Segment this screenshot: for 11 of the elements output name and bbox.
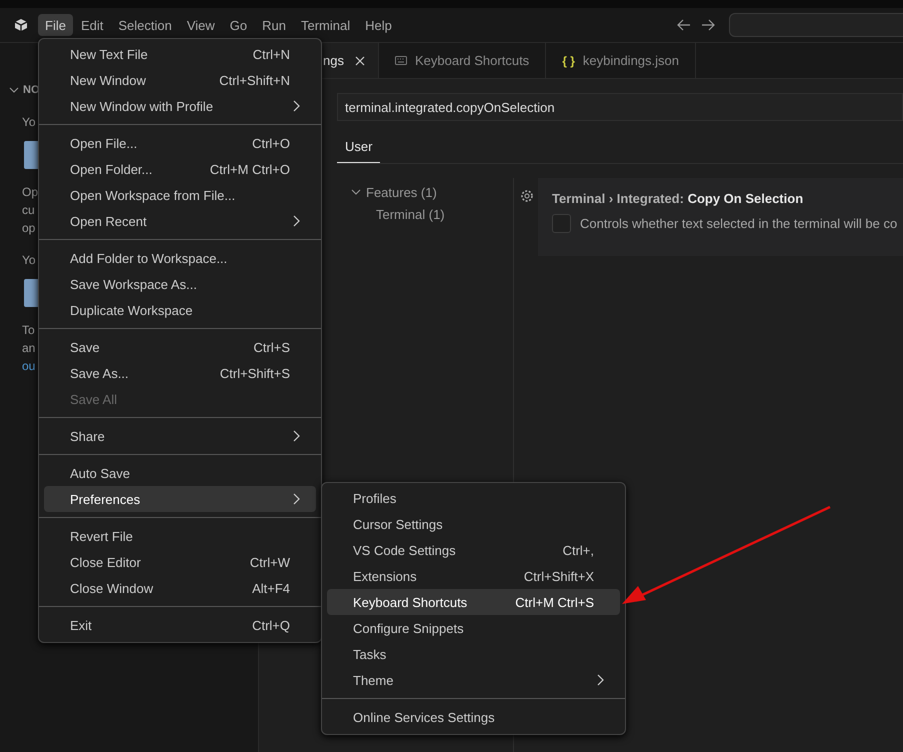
setting-category: Terminal › Integrated: (552, 191, 685, 206)
braces-icon: { } (562, 54, 575, 68)
setting-description: Controls whether text selected in the terminal will be co (580, 216, 898, 231)
sidebar-text: cu (22, 202, 35, 219)
sidebar-text: op (22, 220, 36, 237)
sidebar-text: To (22, 322, 35, 339)
sidebar-text: an (22, 340, 36, 357)
sidebar-text: Op (22, 184, 38, 201)
setting-name: Copy On Selection (688, 191, 804, 206)
sidebar-text: Yo (22, 252, 36, 269)
sidebar-text: Yo (22, 114, 36, 131)
